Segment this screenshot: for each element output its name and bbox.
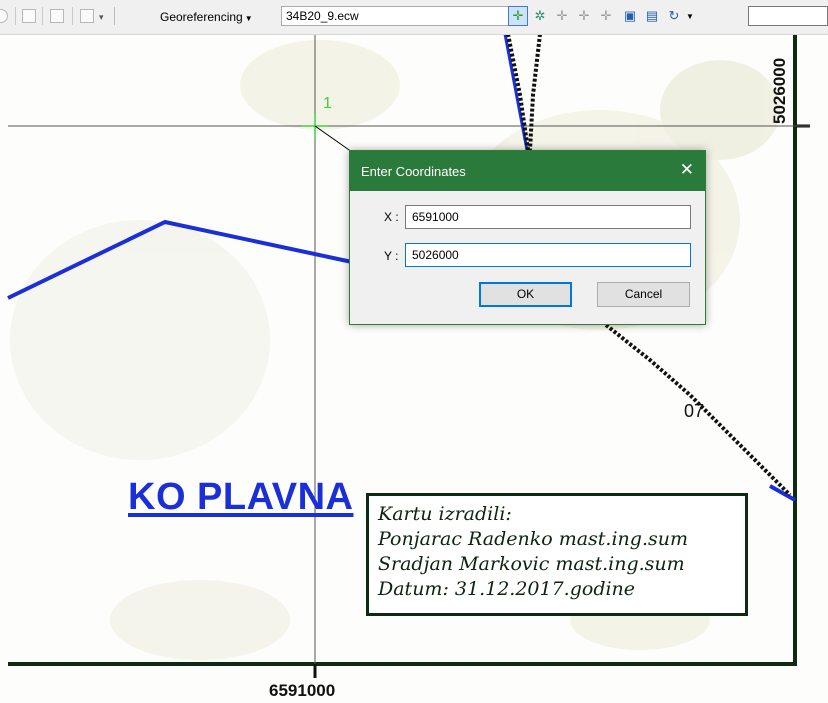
select-link-icon[interactable]: ✲: [530, 6, 550, 26]
area-title: KO PLAVNA: [128, 476, 354, 518]
rotate-icon[interactable]: [0, 9, 8, 23]
x-coordinate-label: 6591000: [269, 681, 336, 700]
rotate-dropdown-icon[interactable]: ↻: [664, 6, 684, 26]
dialog-title-bar[interactable]: Enter Coordinates ✕: [350, 151, 705, 191]
control-point-label: 1: [323, 95, 332, 112]
coordinate-box[interactable]: [748, 6, 828, 26]
y-label: Y :: [384, 249, 399, 263]
chart-icon[interactable]: [50, 9, 64, 23]
x-coordinate-input[interactable]: 6591000: [405, 205, 691, 229]
y-coordinate-input[interactable]: 5026000: [405, 243, 691, 267]
toolbar-separator: [15, 7, 16, 25]
georeferencing-menu[interactable]: Georeferencing ▼: [160, 10, 253, 24]
control-point-leader: [314, 125, 353, 153]
enter-coordinates-dialog: Enter Coordinates ✕ X : 6591000 Y : 5026…: [349, 150, 706, 325]
viewer-icon[interactable]: ▣: [620, 6, 640, 26]
table-icon[interactable]: [22, 9, 36, 23]
delete-link-icon[interactable]: ✛: [574, 6, 594, 26]
dialog-title: Enter Coordinates: [361, 164, 466, 179]
close-icon[interactable]: ✕: [680, 160, 694, 180]
toolbar-separator: [72, 7, 73, 25]
cancel-button[interactable]: Cancel: [597, 282, 690, 307]
layer-combo[interactable]: 34B20_9.ecw ⌄: [281, 6, 527, 26]
credits-line: Datum: 31.12.2017.godine: [378, 578, 636, 600]
toolbar-options-icon[interactable]: ▾: [99, 12, 104, 23]
toolbar-separator: [42, 7, 43, 25]
credits-line: Kartu izradili:: [378, 503, 512, 525]
add-control-points-icon[interactable]: ✛: [508, 6, 528, 26]
georeferencing-toolbar: ▾ Georeferencing▼ 34B20_9.ecw ⌄ ✛ ✲ ✛ ✛ …: [0, 0, 828, 35]
toolbar-separator: [114, 7, 115, 25]
chevron-down-icon[interactable]: ▼: [686, 12, 694, 21]
zoom-to-link-icon[interactable]: ✛: [552, 6, 572, 26]
credits-line: Sradjan Markovic mast.ing.sum: [378, 553, 685, 575]
link-table-icon[interactable]: ▤: [642, 6, 662, 26]
y-coordinate-label: 5026000: [770, 57, 789, 124]
credits-line: Ponjarac Radenko mast.ing.sum: [378, 528, 688, 550]
credits-box: Kartu izradili: Ponjarac Radenko mast.in…: [366, 493, 748, 616]
auto-registration-icon[interactable]: ✛: [596, 6, 616, 26]
ok-button[interactable]: OK: [479, 282, 572, 307]
road-number-label: 07: [684, 401, 705, 421]
x-label: X :: [384, 210, 399, 224]
edit-icon[interactable]: [80, 9, 94, 23]
